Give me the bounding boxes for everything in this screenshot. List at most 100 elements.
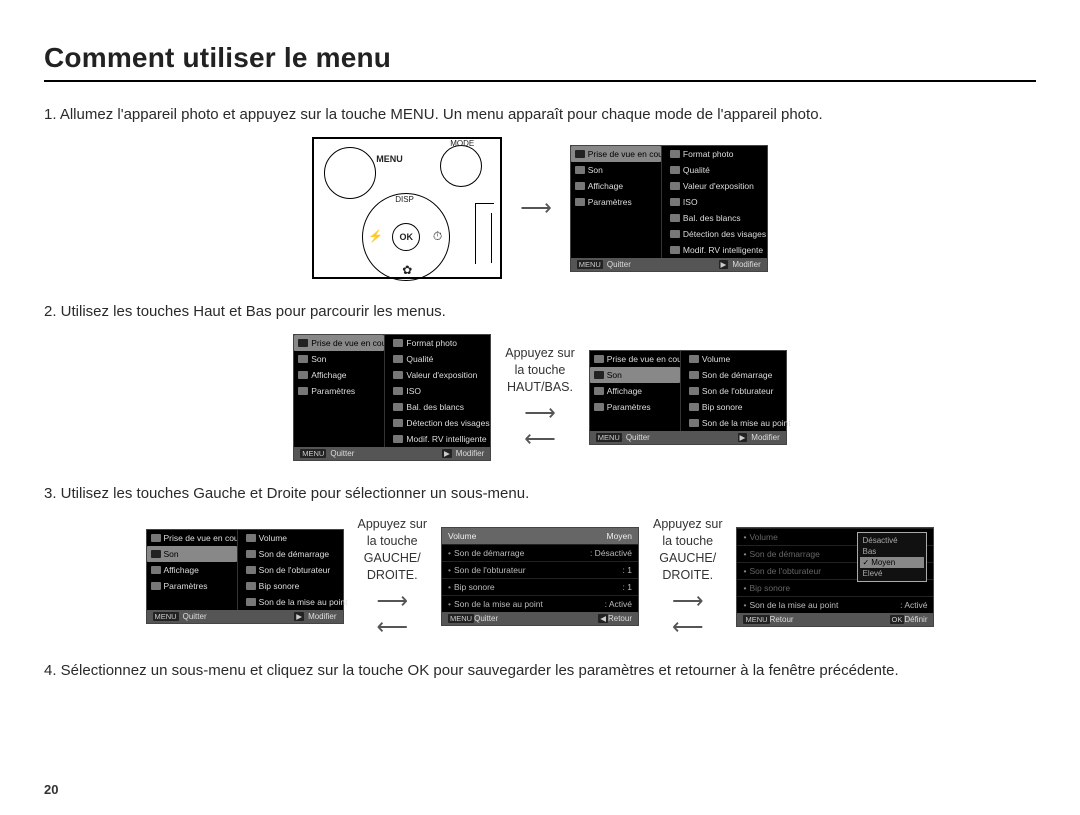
menu-screen-son: Prise de vue en coursSonAffichageParamèt… (146, 529, 344, 624)
leftright-hint-2: Appuyez sur la touche GAUCHE/ DROITE. ⟶ … (653, 516, 722, 638)
menu-item: Prise de vue en cours (571, 146, 661, 162)
menu-item: Valeur d'exposition (389, 367, 493, 383)
popup-option: Bas (860, 546, 924, 557)
footer-left: Quitter (607, 260, 631, 269)
menu-item: Détection des visages (666, 226, 770, 242)
hint-label: Appuyez sur la touche GAUCHE/ DROITE. (358, 516, 427, 584)
arrow-right-icon: ⟶ (520, 197, 552, 219)
menu-item: Qualité (389, 351, 493, 367)
macro-icon: ✿ (402, 263, 412, 277)
menu-item: Affichage (147, 562, 237, 578)
menu-icon (246, 534, 256, 542)
menu-item: ISO (666, 194, 770, 210)
submenu-header-right: Moyen (606, 531, 632, 541)
play-btn: ▶ (294, 612, 304, 621)
footer-right: Modifier (732, 260, 760, 269)
menu-item: Son de démarrage (685, 367, 791, 383)
footer-left: Quitter (330, 449, 354, 458)
page-title: Comment utiliser le menu (44, 42, 1036, 82)
menu-icon (670, 182, 680, 190)
menu-icon (393, 435, 403, 443)
menu-item: Paramètres (590, 399, 680, 415)
menu-item: Son (147, 546, 237, 562)
menu-label: MENU (376, 154, 403, 164)
menu-icon (670, 198, 680, 206)
submenu-screen-values: VolumeMoyen •Son de démarrage: Désactivé… (441, 527, 639, 626)
menu-item: Son de l'obturateur (685, 383, 791, 399)
menu-icon (689, 371, 699, 379)
menu-icon (393, 419, 403, 427)
menu-btn: MENU (300, 449, 326, 458)
play-btn: ▶ (719, 260, 729, 269)
menu-screen-before: Prise de vue en coursSonAffichageParamèt… (293, 334, 491, 461)
volume-popup: DésactivéBas✓MoyenElevé (857, 532, 927, 582)
menu-screen-after: Prise de vue en coursSonAffichageParamèt… (589, 350, 787, 445)
leftright-hint-1: Appuyez sur la touche GAUCHE/ DROITE. ⟶ … (358, 516, 427, 638)
menu-item: Volume (685, 351, 791, 367)
menu-btn: MENU (743, 615, 769, 624)
step-4-text: 4. Sélectionnez un sous-menu et cliquez … (44, 660, 1036, 681)
step-3-text: 3. Utilisez les touches Gauche et Droite… (44, 483, 1036, 504)
menu-item: Son de la mise au point (685, 415, 791, 431)
menu-icon (393, 339, 403, 347)
hint-label: Appuyez sur la touche GAUCHE/ DROITE. (653, 516, 722, 584)
menu-icon (151, 550, 161, 558)
popup-option: Elevé (860, 568, 924, 579)
menu-icon (575, 182, 585, 190)
mode-dial (440, 145, 482, 187)
menu-item: Son de la mise au point (242, 594, 348, 610)
menu-item: Modif. RV intelligente (666, 242, 770, 258)
arrow-right-icon: ⟶ (376, 590, 408, 612)
play-btn: ▶ (442, 449, 452, 458)
submenu-line: •Son de l'obturateur: 1 (442, 561, 638, 578)
menu-icon (689, 355, 699, 363)
menu-icon (298, 371, 308, 379)
menu-icon (670, 150, 680, 158)
submenu-line: •Son de démarrage: Désactivé (442, 544, 638, 561)
step-1-figures: MENU MODE OK DISP ✿ ⚡ ⏱ ⟶ Prise de vue e… (44, 137, 1036, 279)
camera-illustration: MENU MODE OK DISP ✿ ⚡ ⏱ (312, 137, 502, 279)
menu-icon (298, 387, 308, 395)
menu-item: Valeur d'exposition (666, 178, 770, 194)
mode-label: MODE (450, 139, 474, 148)
arrow-right-icon: ⟶ (672, 590, 704, 612)
arrow-left-icon: ⟵ (376, 616, 408, 638)
step-2-text: 2. Utilisez les touches Haut et Bas pour… (44, 301, 1036, 322)
menu-item: Format photo (389, 335, 493, 351)
menu-icon (246, 550, 256, 558)
menu-icon (393, 355, 403, 363)
menu-icon (594, 403, 604, 411)
footer-left: Quitter (626, 433, 650, 442)
menu-item: Bal. des blancs (666, 210, 770, 226)
footer-left: Quitter (183, 612, 207, 621)
menu-item: Paramètres (571, 194, 661, 210)
menu-btn: MENU (596, 433, 622, 442)
menu-item: Bip sonore (685, 399, 791, 415)
menu-icon (246, 582, 256, 590)
ok-btn: OK (890, 615, 905, 624)
menu-icon (689, 387, 699, 395)
arrow-left-icon: ⟵ (524, 428, 556, 450)
menu-icon (246, 598, 256, 606)
updown-hint: Appuyez sur la touche HAUT/BAS. ⟶ ⟵ (505, 345, 574, 450)
timer-icon: ⏱ (433, 229, 442, 244)
menu-icon (594, 355, 604, 363)
menu-item: Paramètres (294, 383, 384, 399)
step-1-text: 1. Allumez l'appareil photo et appuyez s… (44, 104, 1036, 125)
menu-icon (393, 371, 403, 379)
menu-btn: MENU (153, 612, 179, 621)
menu-icon (575, 150, 585, 158)
menu-item: Son (590, 367, 680, 383)
menu-icon (670, 214, 680, 222)
menu-item: Bal. des blancs (389, 399, 493, 415)
menu-icon (393, 403, 403, 411)
menu-item: Format photo (666, 146, 770, 162)
menu-icon (151, 566, 161, 574)
menu-icon (393, 387, 403, 395)
back-btn: ◀ (598, 614, 608, 623)
hint-label: Appuyez sur la touche HAUT/BAS. (505, 345, 574, 396)
menu-icon (594, 371, 604, 379)
menu-item: Affichage (294, 367, 384, 383)
menu-item: Son de l'obturateur (242, 562, 348, 578)
menu-item: Son (294, 351, 384, 367)
